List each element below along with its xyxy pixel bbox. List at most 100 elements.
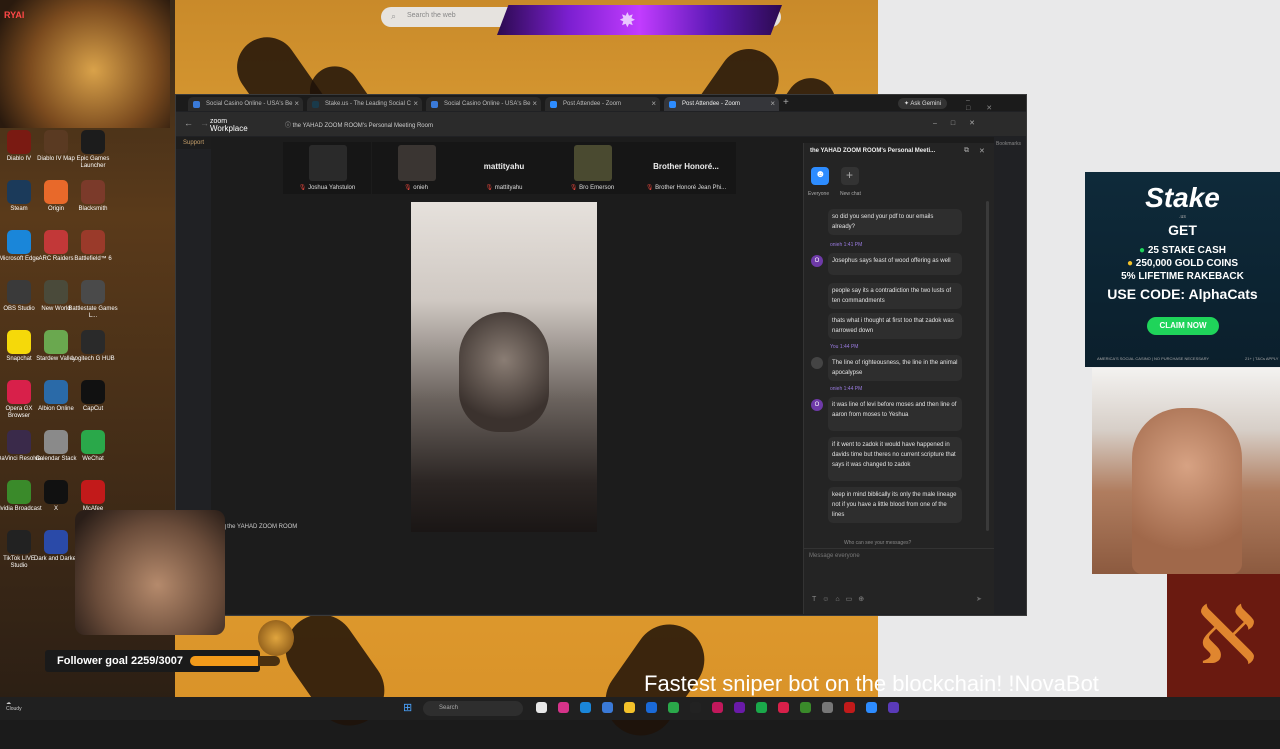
taskbar-app-icon[interactable]: [800, 702, 811, 713]
message-meta: onieh 1:41 PM: [830, 242, 863, 248]
taskbar-app-icon[interactable]: [646, 702, 657, 713]
chat-message[interactable]: so did you send your pdf to our emails a…: [828, 209, 962, 235]
taskbar-app-icon[interactable]: [712, 702, 723, 713]
avatar[interactable]: [811, 357, 823, 369]
taskbar-app-icon[interactable]: [558, 702, 569, 713]
message-input[interactable]: Message everyone: [809, 553, 989, 559]
back-arrow-icon[interactable]: ←: [184, 118, 193, 128]
new-tab-button[interactable]: +: [783, 97, 789, 108]
participant-tile[interactable]: 🎙 Joshua Yahstulon: [283, 142, 371, 194]
taskbar-app-icon[interactable]: [866, 702, 877, 713]
app-icon: [81, 280, 105, 304]
close-tab-icon[interactable]: ×: [294, 97, 299, 111]
chat-scrollbar[interactable]: [986, 201, 989, 531]
desktop-icon[interactable]: Logitech G HUB: [68, 330, 118, 363]
taskbar-app-icon[interactable]: [734, 702, 745, 713]
chat-message[interactable]: keep in mind biblically its only the mal…: [828, 487, 962, 523]
send-icon[interactable]: ➤: [976, 595, 982, 603]
app-icon: [7, 180, 31, 204]
desktop-icon[interactable]: Epic Games Launcher: [68, 130, 118, 170]
taskbar-app-icon[interactable]: [756, 702, 767, 713]
participant-tile[interactable]: 🎙 Bro Emerson: [548, 142, 636, 194]
desktop-icon-label: Opera GX Browser: [5, 406, 33, 419]
desktop-icon[interactable]: Battlestate Games L...: [68, 280, 118, 320]
desktop-icon[interactable]: Battlefield™ 6: [68, 230, 118, 263]
participant-name-row: 🎙 Bro Emerson: [548, 184, 636, 191]
mic-muted-icon: 🎙: [404, 185, 414, 191]
close-tab-icon[interactable]: ×: [413, 97, 418, 111]
avatar[interactable]: O: [811, 255, 823, 267]
participant-name: mattityahu: [494, 185, 523, 191]
taskbar-app-icon[interactable]: [778, 702, 789, 713]
close-tab-icon[interactable]: ×: [651, 97, 656, 111]
app-icon: [7, 280, 31, 304]
speaker-silhouette: [459, 312, 549, 432]
chat-message[interactable]: The line of righteousness, the line in t…: [828, 355, 962, 381]
emblem-icon: ℵ: [1197, 589, 1257, 682]
desktop-icon-label: Logitech G HUB: [71, 356, 115, 362]
bookmarks-link[interactable]: Bookmarks: [996, 141, 1021, 147]
chat-message[interactable]: people say its a contradiction the two l…: [828, 283, 962, 309]
lion-overlay-name: RYAI: [4, 10, 25, 20]
app-icon: [44, 130, 68, 154]
support-link[interactable]: Support: [176, 137, 211, 149]
taskbar-app-icon[interactable]: [624, 702, 635, 713]
participant-tile[interactable]: mattityahu 🎙 mattityahu: [460, 142, 548, 194]
active-speaker-video[interactable]: [411, 202, 597, 532]
ask-gemini-button[interactable]: ✦ Ask Gemini: [898, 98, 948, 109]
close-tab-icon[interactable]: ×: [532, 97, 537, 111]
browser-tab[interactable]: Social Casino Online - USA's Be ×: [188, 97, 303, 111]
participant-tile[interactable]: 🎙 onieh: [372, 142, 460, 194]
app-icon: [44, 480, 68, 504]
desktop-icon[interactable]: Blacksmith: [68, 180, 118, 213]
favicon-icon: [312, 101, 319, 108]
windows-start-icon[interactable]: ⊞: [403, 701, 412, 714]
claim-now-button[interactable]: CLAIM NOW: [1147, 317, 1219, 335]
avatar[interactable]: O: [811, 399, 823, 411]
rakeback-line: 5% LIFETIME RAKEBACK: [1121, 271, 1244, 282]
app-icon: [44, 230, 68, 254]
chat-toolbar[interactable]: T☺⌂▭⊕: [812, 595, 870, 603]
who-can-see-link[interactable]: Who can see your messages?: [844, 540, 911, 546]
taskbar-app-icon[interactable]: [690, 702, 701, 713]
chat-message[interactable]: thats what i thought at first too that z…: [828, 313, 962, 339]
taskbar-app-icon[interactable]: [668, 702, 679, 713]
window-controls[interactable]: –□✕: [966, 97, 1026, 112]
weather-widget[interactable]: ☁ Cloudy: [6, 700, 22, 712]
participant-tile[interactable]: Brother Honoré... 🎙 Brother Honoré Jean P…: [636, 142, 736, 194]
taskbar-app-icon[interactable]: [888, 702, 899, 713]
browser-tab[interactable]: Social Casino Online - USA's Be ×: [426, 97, 541, 111]
chat-message[interactable]: if it went to zadok it would have happen…: [828, 437, 962, 481]
participant-avatar: [574, 145, 612, 181]
popout-icon[interactable]: ⧉: [964, 147, 969, 155]
new-chat-button[interactable]: +: [841, 167, 859, 185]
streamer-webcam: [75, 510, 225, 635]
desktop-icon[interactable]: CapCut: [68, 380, 118, 413]
browser-tab[interactable]: Stake.us - The Leading Social C ×: [307, 97, 422, 111]
taskbar-app-icon[interactable]: [580, 702, 591, 713]
chat-message[interactable]: Josephus says feast of wood offering as …: [828, 253, 962, 275]
stake-ad[interactable]: Stake .us GET ● 25 STAKE CASH ● 250,000 …: [1085, 172, 1280, 367]
tab-title: Post Attendee - Zoom: [563, 101, 622, 107]
taskbar-app-icon[interactable]: [844, 702, 855, 713]
close-icon[interactable]: ✕: [979, 147, 985, 155]
close-tab-icon[interactable]: ×: [770, 97, 775, 111]
browser-tab[interactable]: Post Attendee - Zoom ×: [545, 97, 660, 111]
zoom-window-controls[interactable]: –□✕: [933, 119, 989, 127]
taskbar-app-icon[interactable]: [822, 702, 833, 713]
app-icon: [7, 530, 31, 554]
desktop-icon[interactable]: WeChat: [68, 430, 118, 463]
taskbar-search[interactable]: Search: [423, 701, 523, 716]
taskbar-app-icon[interactable]: [536, 702, 547, 713]
app-icon: [7, 430, 31, 454]
everyone-chat-button[interactable]: ☻: [811, 167, 829, 185]
purple-star-banner: ✸: [497, 5, 782, 35]
browser-tab[interactable]: Post Attendee - Zoom ×: [664, 97, 779, 111]
chat-message[interactable]: it was line of levi before moses and the…: [828, 397, 962, 431]
mic-muted-icon: 🎙: [298, 185, 309, 191]
weather-text: Cloudy: [6, 706, 22, 712]
forward-arrow-icon[interactable]: →: [200, 118, 209, 128]
app-icon: [44, 280, 68, 304]
desktop-icon[interactable]: McAfee: [68, 480, 118, 513]
taskbar-app-icon[interactable]: [602, 702, 613, 713]
